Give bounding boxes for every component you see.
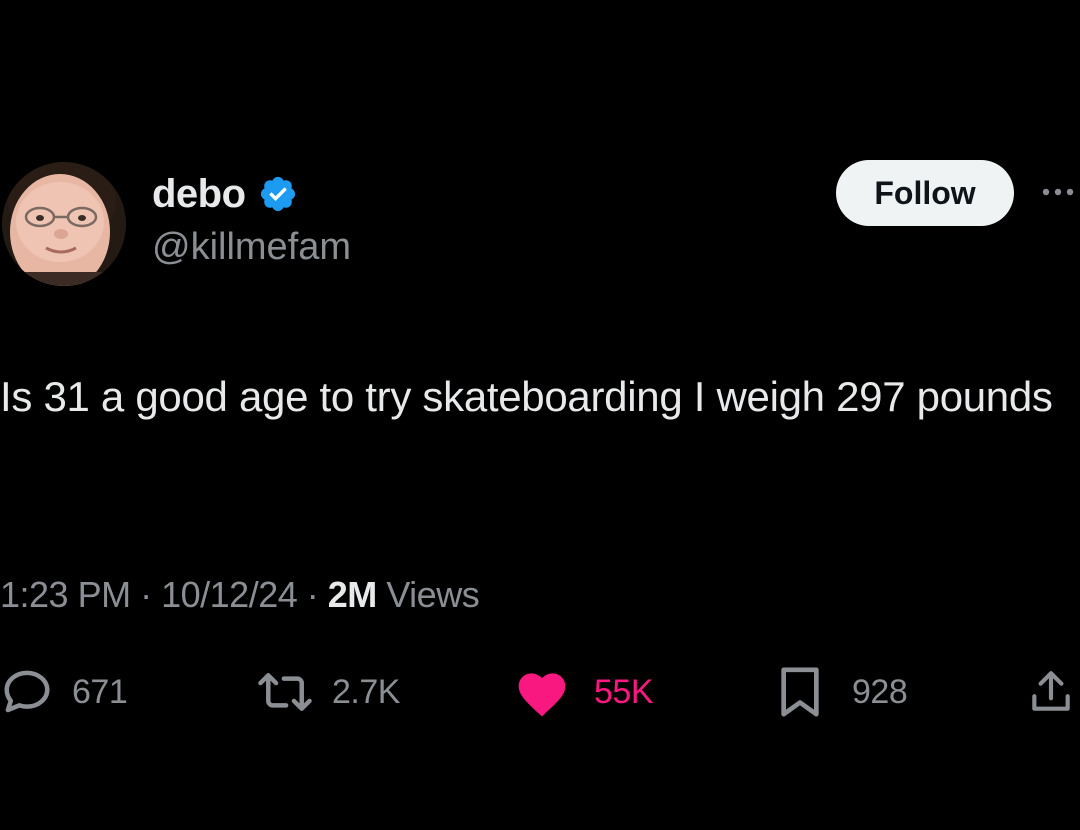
author-name-row: debo: [152, 170, 298, 218]
more-horizontal-icon[interactable]: [1040, 180, 1080, 204]
avatar[interactable]: [2, 162, 126, 286]
repost-arrows-icon: [258, 673, 312, 711]
tweet-date[interactable]: 10/12/24: [161, 574, 298, 615]
share-upload-icon: [1032, 671, 1070, 711]
author-display-name[interactable]: debo: [152, 172, 246, 217]
reply-button[interactable]: 671: [0, 664, 128, 720]
verified-badge-icon: [260, 176, 295, 212]
tweet-meta: 1:23 PM · 10/12/24 · 2M Views: [0, 574, 480, 616]
tweet-text: Is 31 a good age to try skateboarding I …: [0, 373, 1053, 420]
tweet-card: debo @killmefam Follow Is 31 a good age …: [0, 0, 1080, 830]
like-count: 55K: [594, 672, 654, 711]
views-label: Views: [386, 574, 480, 615]
author-handle[interactable]: @killmefam: [152, 226, 351, 269]
repost-count: 2.7K: [332, 672, 400, 711]
bookmark-count: 928: [852, 672, 908, 711]
reply-count: 671: [72, 672, 128, 711]
bookmark-icon: [781, 667, 819, 717]
share-button[interactable]: [1026, 664, 1076, 720]
follow-button[interactable]: Follow: [836, 160, 1014, 226]
repost-button[interactable]: 2.7K: [256, 664, 400, 720]
meta-separator: ·: [306, 574, 319, 615]
views-count: 2M: [327, 574, 378, 615]
meta-separator: ·: [140, 574, 152, 615]
like-button[interactable]: 55K: [514, 664, 654, 720]
heart-icon: [518, 673, 566, 717]
tweet-time[interactable]: 1:23 PM: [0, 574, 131, 615]
avatar-photo: [2, 162, 126, 286]
reply-bubble-icon: [4, 670, 50, 713]
bookmark-button[interactable]: 928: [778, 664, 908, 720]
